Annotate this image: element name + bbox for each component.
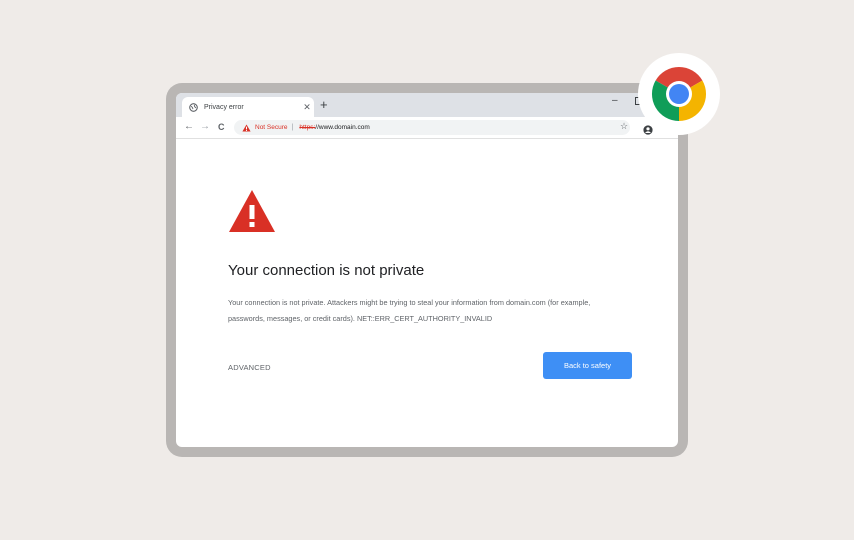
star-icon[interactable]: ☆: [620, 121, 628, 132]
url-text: https://www.domain.com: [299, 124, 369, 131]
security-status[interactable]: Not Secure: [255, 124, 288, 131]
tab-strip: Privacy error ✕ + –: [176, 93, 678, 117]
url-scheme: https:: [299, 124, 316, 131]
minimize-button[interactable]: –: [612, 95, 618, 106]
back-arrow-icon[interactable]: ←: [184, 120, 194, 134]
forward-arrow-icon[interactable]: →: [200, 120, 210, 134]
reload-icon[interactable]: C: [218, 120, 225, 134]
tab-privacy-error[interactable]: Privacy error ✕: [182, 97, 314, 117]
new-tab-button[interactable]: +: [320, 96, 328, 114]
back-to-safety-button[interactable]: Back to safety: [543, 352, 632, 379]
url-separator: |: [291, 124, 294, 131]
close-icon[interactable]: ✕: [300, 102, 314, 113]
error-page: Your connection is not private Your conn…: [176, 139, 678, 447]
error-description: Your connection is not private. Attacker…: [228, 298, 591, 323]
chrome-logo: [637, 52, 721, 136]
toolbar: ← → C Not Secure | https://www.domain.co…: [176, 117, 678, 139]
address-bar[interactable]: Not Secure | https://www.domain.com: [234, 120, 630, 135]
browser-window: Privacy error ✕ + – ← → C Not Secure | h…: [176, 93, 678, 447]
warning-icon: [228, 189, 276, 233]
advanced-link[interactable]: ADVANCED: [228, 363, 271, 372]
warning-icon: [242, 123, 251, 132]
device-frame: Privacy error ✕ + – ← → C Not Secure | h…: [166, 83, 688, 457]
page-title: Your connection is not private: [228, 262, 425, 279]
globe-icon: [188, 102, 198, 112]
tab-title: Privacy error: [204, 103, 244, 111]
url-host: //www.domain.com: [315, 124, 370, 131]
